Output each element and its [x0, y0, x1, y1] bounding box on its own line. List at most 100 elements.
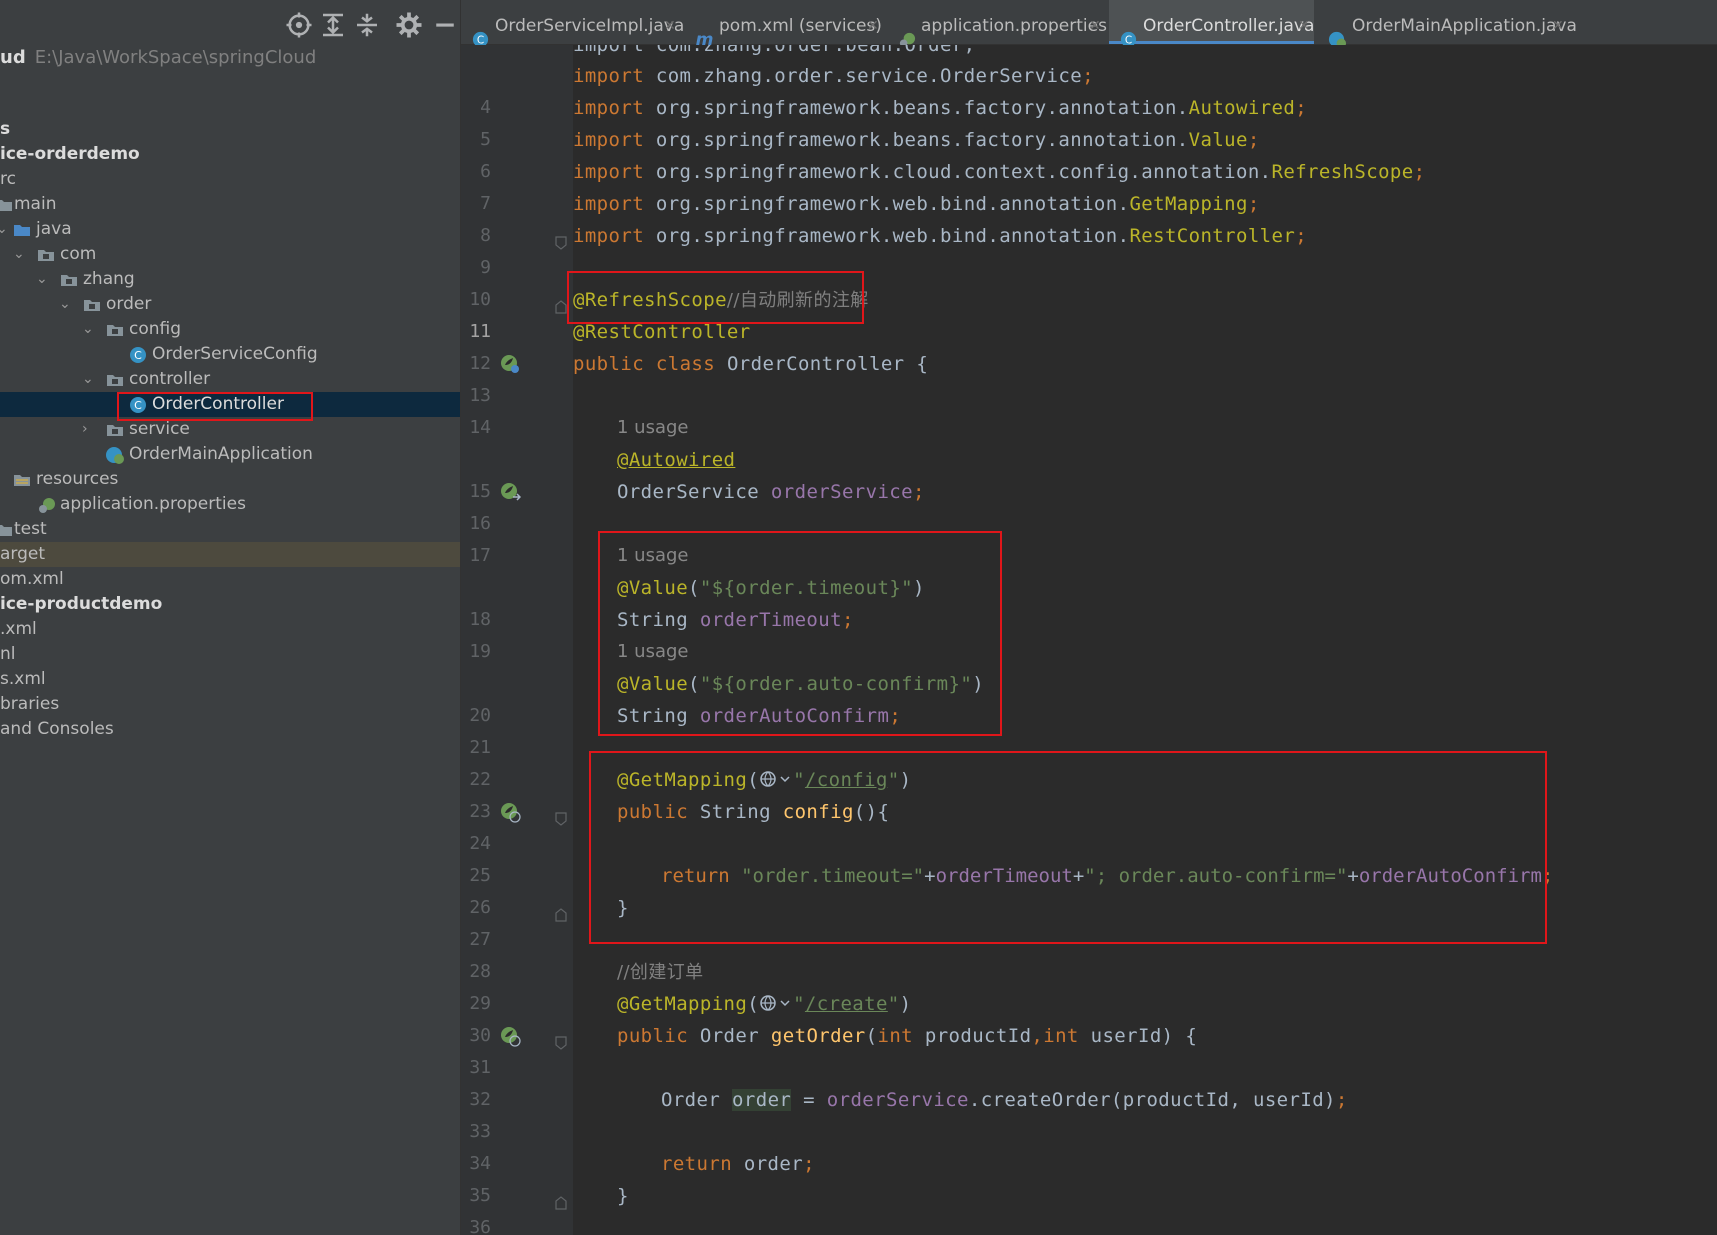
- tree-item-pom-xml[interactable]: om.xml: [0, 567, 460, 592]
- settings-gear-icon[interactable]: [394, 10, 424, 40]
- tree-item-orderserviceconfig[interactable]: C OrderServiceConfig: [0, 342, 460, 367]
- code-line: 31 public Order getOrder(int productId,i…: [461, 1020, 1717, 1078]
- tree-item-order[interactable]: ⌄ order: [0, 292, 460, 317]
- tree-item-java[interactable]: ⌄ java: [0, 217, 460, 242]
- locate-file-icon[interactable]: [284, 10, 314, 40]
- tree-item-zhang[interactable]: ⌄ zhang: [0, 267, 460, 292]
- project-root-path: E:\Java\WorkSpace\springCloud: [34, 47, 317, 68]
- tree-item-src[interactable]: rc: [0, 167, 460, 192]
- web-endpoint-gutter-icon[interactable]: [499, 1025, 521, 1047]
- fold-icon[interactable]: [555, 229, 567, 250]
- chevron-right-icon[interactable]: ›: [82, 417, 96, 442]
- fold-icon[interactable]: [555, 901, 567, 922]
- keyword: import: [573, 65, 656, 87]
- tree-item-nl[interactable]: nl: [0, 642, 460, 667]
- code-line: 30 @GetMapping("/create"): [461, 988, 1717, 1046]
- type-name: String: [617, 609, 700, 631]
- tree-item-xml[interactable]: .xml: [0, 617, 460, 642]
- spring-bean-gutter-icon[interactable]: [499, 353, 521, 375]
- endpoint-link[interactable]: /config: [805, 769, 888, 791]
- chevron-down-icon[interactable]: ⌄: [0, 217, 10, 242]
- tree-item-main[interactable]: main: [0, 192, 460, 217]
- annotation: @Value: [617, 577, 689, 599]
- tree-item-label: controller: [129, 369, 211, 389]
- tree-item-com[interactable]: ⌄ com: [0, 242, 460, 267]
- field-name: orderAutoConfirm: [699, 705, 890, 727]
- tab-application-properties[interactable]: application.properties ✕: [887, 0, 1107, 48]
- tree-item-label: test: [14, 519, 47, 539]
- project-root[interactable]: ud E:\Java\WorkSpace\springCloud: [0, 43, 316, 73]
- package-icon: [105, 320, 125, 340]
- keyword: class: [655, 353, 716, 375]
- tree-item-config[interactable]: ⌄ config: [0, 317, 460, 342]
- variable: order: [743, 1153, 804, 1175]
- fold-icon[interactable]: [555, 1189, 567, 1210]
- chevron-down-icon[interactable]: ⌄: [36, 267, 50, 292]
- tab-pom-xml[interactable]: m pom.xml (services) ✕: [685, 0, 883, 50]
- globe-dropdown-icon[interactable]: [759, 991, 793, 1011]
- usage-hint[interactable]: 1 usage: [617, 540, 689, 572]
- editor-tab-bar: C OrderServiceImpl.java ✕ m pom.xml (ser…: [461, 0, 1717, 50]
- endpoint-link[interactable]: /create: [805, 993, 888, 1015]
- tree-item-resources[interactable]: resources: [0, 467, 460, 492]
- fold-icon[interactable]: [555, 805, 567, 826]
- param: productId: [913, 1025, 1032, 1047]
- tree-item-ordermainapplication[interactable]: OrderMainApplication: [0, 442, 460, 467]
- tree-item-target[interactable]: arget: [0, 542, 460, 567]
- minimize-icon[interactable]: [430, 10, 460, 40]
- usage-hint[interactable]: 1 usage: [617, 412, 689, 444]
- tab-ordercontroller[interactable]: C OrderController.java ✕: [1109, 0, 1314, 48]
- tree-item-service-productdemo[interactable]: ice-productdemo: [0, 592, 460, 617]
- chevron-down-icon[interactable]: ⌄: [59, 292, 73, 317]
- svg-text:C: C: [134, 349, 142, 362]
- method-call: .createOrder(productId, userId): [968, 1089, 1336, 1111]
- tree-item-external-libraries[interactable]: braries: [0, 692, 460, 717]
- tree-item-application-properties[interactable]: application.properties: [0, 492, 460, 517]
- globe-dropdown-icon[interactable]: [759, 767, 793, 787]
- code-editor[interactable]: import com.zhang.order.bean.Order; 4 imp…: [461, 45, 1717, 1235]
- source-folder-icon: [12, 220, 32, 240]
- keyword: import: [573, 97, 656, 119]
- chevron-down-icon[interactable]: ⌄: [82, 367, 96, 392]
- tree-item-s-xml[interactable]: s.xml: [0, 667, 460, 692]
- tree-item-controller[interactable]: ⌄ controller: [0, 367, 460, 392]
- keyword: return: [661, 865, 742, 887]
- spring-properties-icon: [36, 495, 56, 515]
- tree-item-scratches-and-consoles[interactable]: and Consoles: [0, 717, 460, 742]
- punct: ;: [1335, 1089, 1348, 1111]
- code-line: import com.zhang.order.bean.Order;: [461, 45, 1717, 61]
- tab-ordermainapplication[interactable]: OrderMainApplication.java ✕: [1318, 0, 1577, 49]
- spring-bean-gutter-icon[interactable]: [499, 481, 522, 503]
- code-line: 17: [461, 508, 1717, 566]
- tree-item-service-orderdemo[interactable]: ice-orderdemo: [0, 142, 460, 167]
- tree-item-label: application.properties: [60, 494, 246, 514]
- variable-highlighted: order: [732, 1089, 792, 1111]
- tree-item-test[interactable]: test: [0, 517, 460, 542]
- fold-icon[interactable]: [555, 1029, 567, 1050]
- web-endpoint-gutter-icon[interactable]: [499, 801, 521, 823]
- class-name: GetMapping: [1129, 193, 1248, 215]
- punct: (){: [853, 801, 890, 823]
- code-line: 25: [461, 828, 1717, 886]
- expand-all-icon[interactable]: [318, 10, 348, 40]
- collapse-all-icon[interactable]: [352, 10, 382, 40]
- punct: ;: [1082, 65, 1094, 87]
- type-name: Order: [699, 1025, 771, 1047]
- tab-orderserviceimpl[interactable]: C OrderServiceImpl.java ✕: [461, 0, 684, 48]
- comment: //自动刷新的注解: [726, 290, 869, 311]
- tree-item-service[interactable]: › service: [0, 417, 460, 442]
- keyword: import: [573, 193, 656, 215]
- package-name: org.springframework.beans.factory.annota…: [655, 97, 1189, 119]
- code-line: 35 return order;: [461, 1148, 1717, 1206]
- keyword: public: [573, 353, 645, 375]
- usage-hint[interactable]: 1 usage: [617, 636, 689, 668]
- method-name: config: [782, 801, 854, 823]
- chevron-down-icon[interactable]: ⌄: [13, 242, 27, 267]
- punct: ;: [1247, 193, 1260, 215]
- code-line: 13 public class OrderController {: [461, 348, 1717, 406]
- tree-item-modules[interactable]: s: [0, 117, 460, 142]
- chevron-down-icon[interactable]: ⌄: [82, 317, 96, 342]
- fold-icon[interactable]: [555, 293, 567, 314]
- tree-item-ordercontroller[interactable]: C OrderController: [0, 392, 460, 417]
- tree-item-label: s: [0, 119, 11, 139]
